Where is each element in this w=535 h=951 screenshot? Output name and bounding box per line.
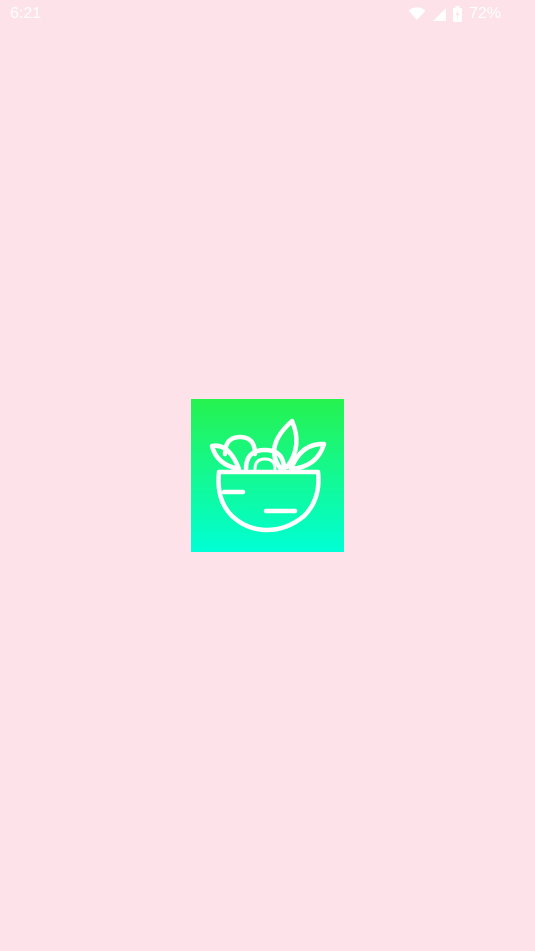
splash-screen: 6:21 72% [0, 0, 535, 951]
app-logo [191, 399, 344, 552]
status-time: 6:21 [10, 5, 42, 22]
status-icons: 72% [408, 5, 501, 23]
status-bar: 6:21 72% [0, 0, 535, 30]
salad-bowl-icon [209, 418, 327, 533]
cell-signal-icon [432, 7, 446, 21]
wifi-icon [408, 7, 426, 21]
battery-charging-icon [452, 6, 462, 22]
battery-percent: 72% [468, 5, 501, 22]
